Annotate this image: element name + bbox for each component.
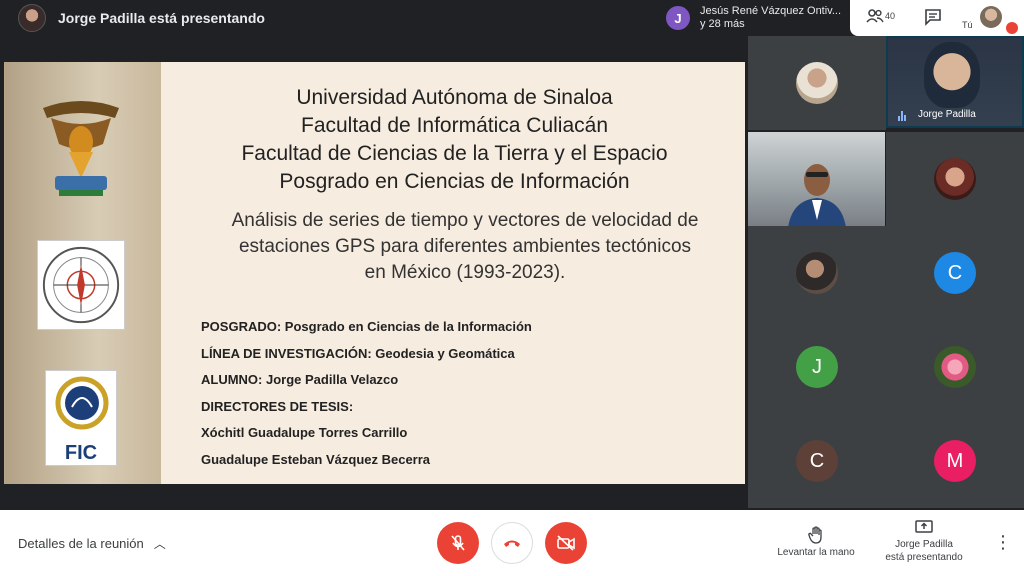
participant-tile[interactable]: [886, 132, 1024, 226]
subtitle-line: Análisis de series de tiempo y vectores …: [231, 210, 699, 231]
top-bar: Jorge Padilla está presentando J Jesús R…: [0, 0, 1024, 36]
presenting-name-label: Jorge Padilla: [895, 539, 953, 550]
chat-icon: [925, 9, 941, 26]
meeting-details-button[interactable]: Detalles de la reunión ︿: [18, 535, 166, 552]
participant-tile[interactable]: J: [748, 320, 886, 414]
fic-seal-logo-icon: [37, 240, 125, 330]
microphone-toggle-button[interactable]: [437, 522, 479, 564]
slide-sidebar: FIC: [5, 62, 161, 484]
title-line: Universidad Autónoma de Sinaloa: [296, 86, 613, 109]
bottom-toolbar: Detalles de la reunión ︿ Levantar la man…: [0, 510, 1024, 576]
subtitle-line: estaciones GPS para diferentes ambientes…: [238, 236, 692, 257]
raise-hand-label: Levantar la mano: [777, 547, 855, 558]
self-view-thumbnail[interactable]: [980, 6, 1002, 28]
participant-photo: [934, 158, 976, 200]
title-line: Facultad de Ciencias de la Tierra y el E…: [241, 142, 668, 165]
fic-emblem-icon: [55, 376, 109, 430]
active-speaker-name: Jorge Padilla: [918, 109, 976, 120]
title-line: Posgrado en Ciencias de Información: [279, 170, 630, 193]
uas-eagle-logo-icon: [43, 101, 119, 196]
presenter-avatar: [18, 4, 46, 32]
participant-photo: [796, 252, 838, 294]
more-options-icon[interactable]: ⋮: [994, 532, 1012, 553]
slide-details: POSGRADO: Posgrado en Ciencias de la Inf…: [201, 314, 532, 474]
participant-initial-avatar: C: [934, 252, 976, 294]
hang-up-icon: [504, 540, 520, 547]
presenter-chip: Jorge Padilla está presentando: [18, 4, 265, 32]
camera-toggle-button[interactable]: [545, 522, 587, 564]
subtitle-line: en México (1993-2023).: [364, 262, 566, 283]
people-icon: [866, 9, 884, 23]
participant-video: [788, 164, 846, 226]
title-line: Facultad de Informática Culiacán: [301, 114, 608, 137]
presentation-status-button[interactable]: Jorge Padilla está presentando: [880, 520, 968, 564]
raise-hand-button[interactable]: Levantar la mano: [773, 526, 859, 558]
presenting-label: Jorge Padilla está presentando: [58, 10, 265, 26]
participant-photo: [934, 346, 976, 388]
muted-indicator-icon: [1006, 22, 1018, 34]
top-actions: 40 Tú: [850, 0, 1024, 36]
detail-line: Guadalupe Esteban Vázquez Becerra: [201, 451, 431, 467]
participant-tile[interactable]: M: [886, 414, 1024, 508]
presentation-slide: FIC Universidad Autónoma de Sinaloa Facu…: [4, 62, 745, 484]
speaking-indicator-icon: [898, 110, 910, 121]
fic-logo-text: FIC: [64, 442, 98, 464]
notification-avatar: J: [666, 6, 690, 30]
participant-initial-avatar: J: [796, 346, 838, 388]
camera-off-icon: [557, 535, 575, 551]
mic-off-icon: [451, 535, 465, 551]
notification-line-1: Jesús René Vázquez Ontiv...: [700, 5, 842, 17]
detail-line: ALUMNO: Jorge Padilla Velazco: [201, 372, 399, 388]
detail-line: DIRECTORES DE TESIS:: [201, 398, 354, 414]
slide-subtitle: Análisis de series de tiempo y vectores …: [195, 208, 735, 286]
participant-tile[interactable]: [886, 320, 1024, 414]
chevron-up-icon: ︿: [153, 537, 166, 551]
participant-tile[interactable]: C: [886, 226, 1024, 320]
participant-video-tile[interactable]: [748, 132, 885, 226]
active-speaker-tile[interactable]: Jorge Padilla: [886, 36, 1024, 128]
participant-tile[interactable]: [748, 226, 886, 320]
notification-line-2: y 28 más: [700, 18, 745, 30]
presenting-status-label: está presentando: [885, 552, 963, 563]
people-button[interactable]: 40: [866, 8, 895, 24]
chat-button[interactable]: [924, 8, 942, 31]
speaker-video: [924, 42, 980, 108]
people-count: 40: [885, 11, 896, 21]
participant-tile[interactable]: [748, 36, 886, 130]
slide-title: Universidad Autónoma de Sinaloa Facultad…: [163, 84, 746, 196]
fic-logo: FIC: [45, 370, 117, 466]
detail-line: Xóchitl Guadalupe Torres Carrillo: [201, 425, 408, 441]
active-speaker-name-tag: Jorge Padilla: [898, 109, 976, 121]
participant-initial-avatar: C: [796, 440, 838, 482]
you-label: Tú: [962, 20, 973, 30]
hand-icon: [808, 526, 822, 544]
detail-line: POSGRADO: Posgrado en Ciencias de la Inf…: [201, 319, 532, 334]
meeting-details-label: Detalles de la reunión: [18, 536, 144, 551]
participant-tile[interactable]: C: [748, 414, 886, 508]
join-notification[interactable]: J Jesús René Vázquez Ontiv... y 28 más: [660, 0, 850, 36]
present-screen-icon: [915, 520, 933, 533]
participant-photo: [796, 62, 838, 104]
leave-call-button[interactable]: [491, 522, 533, 564]
participant-initial-avatar: M: [934, 440, 976, 482]
detail-line: LÍNEA DE INVESTIGACIÓN: Geodesia y Geomá…: [201, 345, 515, 361]
